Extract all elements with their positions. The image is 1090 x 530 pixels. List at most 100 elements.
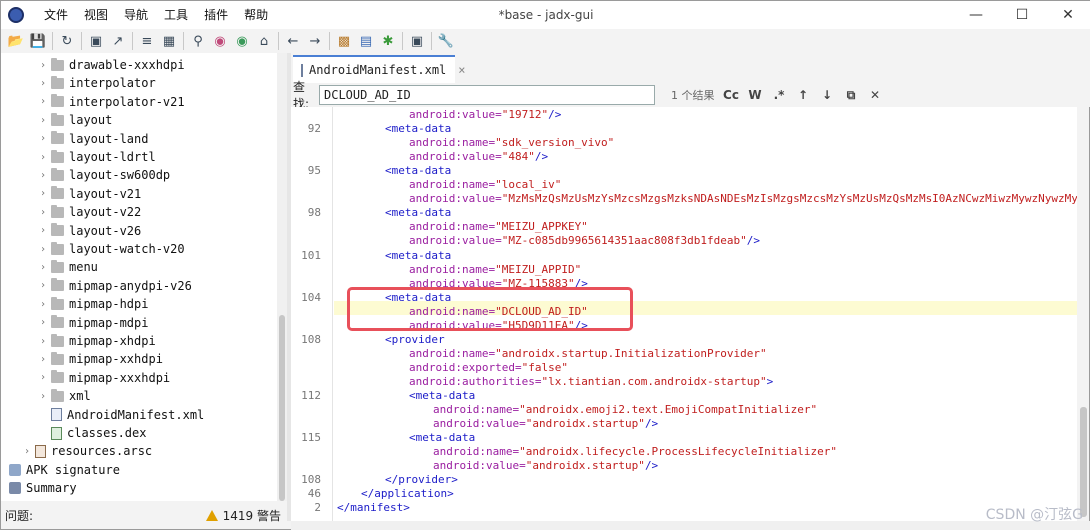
tree-scroll-thumb[interactable]	[279, 315, 285, 501]
search-icon[interactable]: ⚲	[187, 31, 209, 51]
tree-item[interactable]: › mipmap-mdpi	[37, 314, 148, 332]
tree-item[interactable]: Summary	[9, 479, 77, 497]
menu-item[interactable]: 文件	[36, 1, 76, 29]
tree-item[interactable]: › layout-watch-v20	[37, 240, 185, 258]
expand-chevron-icon[interactable]: ›	[37, 354, 49, 365]
code-line: android:value="484"/>	[409, 150, 548, 164]
tree-item-label: mipmap-anydpi-v26	[69, 278, 192, 293]
tree-item[interactable]: › interpolator	[37, 74, 156, 92]
quark-icon[interactable]: ▤	[355, 31, 377, 51]
regex-button[interactable]: .*	[767, 88, 791, 103]
tree-item[interactable]: › interpolator-v21	[37, 93, 185, 111]
line-number: 108	[301, 473, 321, 487]
tree-item-label: interpolator-v21	[69, 94, 185, 109]
menu-item[interactable]: 导航	[116, 1, 156, 29]
prev-result-button[interactable]: ↑	[791, 88, 815, 103]
xml-attribute: android:name=	[409, 178, 496, 192]
tree-item-label: mipmap-xxxhdpi	[69, 370, 171, 385]
expand-chevron-icon[interactable]: ›	[37, 336, 49, 347]
expand-chevron-icon[interactable]: ›	[37, 170, 49, 181]
expand-chevron-icon[interactable]: ›	[37, 391, 49, 402]
mark-all-button[interactable]: ⧉	[839, 88, 863, 103]
menu-item[interactable]: 工具	[156, 1, 196, 29]
save-all-icon[interactable]: 💾	[27, 31, 49, 51]
menu-item[interactable]: 插件	[196, 1, 236, 29]
minimize-button[interactable]: —	[953, 1, 999, 29]
expand-chevron-icon[interactable]: ›	[37, 96, 49, 107]
maximize-button[interactable]: ☐	[999, 1, 1045, 29]
find-usage-icon[interactable]: ◉	[231, 31, 253, 51]
expand-chevron-icon[interactable]: ›	[37, 372, 49, 383]
match-case-button[interactable]: Cc	[719, 88, 743, 103]
save-icon[interactable]: ▣	[85, 31, 107, 51]
expand-chevron-icon[interactable]: ›	[37, 317, 49, 328]
tree-item[interactable]: APK signature	[9, 461, 120, 479]
tree-item[interactable]: classes.dex	[37, 424, 146, 442]
tree-item[interactable]: › mipmap-xxhdpi	[37, 350, 163, 368]
tree-item[interactable]: › menu	[37, 258, 98, 276]
log-icon[interactable]: ▣	[406, 31, 428, 51]
expand-chevron-icon[interactable]: ›	[37, 225, 49, 236]
tree-item[interactable]: › resources.arsc	[21, 442, 152, 460]
menu-item[interactable]: 视图	[76, 1, 116, 29]
menu-bar: 文件 视图 导航 工具 插件 帮助	[36, 1, 276, 29]
home-icon[interactable]: ⌂	[253, 31, 275, 51]
expand-chevron-icon[interactable]: ›	[37, 280, 49, 291]
warnings-indicator[interactable]: 1419 警告	[205, 507, 281, 524]
line-number: 95	[307, 164, 321, 178]
tree-item[interactable]: › layout-ldrtl	[37, 148, 156, 166]
close-button[interactable]: ✕	[1045, 1, 1090, 29]
expand-chevron-icon[interactable]: ›	[37, 133, 49, 144]
expand-chevron-icon[interactable]: ›	[37, 299, 49, 310]
package-icon[interactable]: ▦	[158, 31, 180, 51]
tree-item[interactable]: › layout-v26	[37, 222, 141, 240]
expand-chevron-icon[interactable]: ›	[37, 262, 49, 273]
tree-item[interactable]: AndroidManifest.xml	[37, 406, 204, 424]
tab-close-icon[interactable]: ×	[458, 63, 465, 77]
find-class-icon[interactable]: ◉	[209, 31, 231, 51]
editor-scrollbar[interactable]	[1077, 107, 1089, 521]
tree-item-label: menu	[69, 260, 98, 275]
expand-chevron-icon[interactable]: ›	[37, 115, 49, 126]
back-icon[interactable]: ←	[282, 31, 304, 51]
expand-chevron-icon[interactable]: ›	[37, 188, 49, 199]
menu-item[interactable]: 帮助	[236, 1, 276, 29]
debug-icon[interactable]: ✱	[377, 31, 399, 51]
tree-item-label: AndroidManifest.xml	[67, 407, 205, 422]
file-tree: › drawable-xxxhdpi › interpolator › interpola…	[1, 53, 287, 501]
tree-item[interactable]: › mipmap-xxxhdpi	[37, 369, 170, 387]
tree-scrollbar[interactable]	[277, 53, 287, 501]
expand-chevron-icon[interactable]: ›	[37, 207, 49, 218]
expand-chevron-icon[interactable]: ›	[37, 244, 49, 255]
tree-item[interactable]: › drawable-xxxhdpi	[37, 56, 185, 74]
xml-attribute: android:name=	[433, 403, 520, 417]
expand-chevron-icon[interactable]: ›	[37, 60, 49, 71]
find-input[interactable]: DCLOUD_AD_ID	[319, 85, 655, 105]
tree-item[interactable]: › layout	[37, 111, 112, 129]
expand-chevron-icon[interactable]: ›	[37, 78, 49, 89]
tree-item[interactable]: › mipmap-hdpi	[37, 295, 148, 313]
deobf-icon[interactable]: ▩	[333, 31, 355, 51]
export-icon[interactable]: ↗	[107, 31, 129, 51]
next-result-button[interactable]: ↓	[815, 88, 839, 103]
tree-item[interactable]: › xml	[37, 387, 91, 405]
editor-scroll-thumb[interactable]	[1080, 407, 1087, 517]
tree-item[interactable]: › layout-sw600dp	[37, 166, 170, 184]
close-find-button[interactable]: ✕	[863, 88, 887, 103]
tree-item[interactable]: › layout-land	[37, 130, 148, 148]
tree-item-label: resources.arsc	[51, 444, 153, 459]
refresh-icon[interactable]: ↻	[56, 31, 78, 51]
resources-icon	[35, 444, 46, 458]
expand-chevron-icon[interactable]: ›	[37, 152, 49, 163]
tree-item-label: layout-v21	[69, 186, 142, 201]
tree-item[interactable]: › mipmap-anydpi-v26	[37, 277, 192, 295]
tree-item[interactable]: › mipmap-xhdpi	[37, 332, 156, 350]
whole-word-button[interactable]: W	[743, 88, 767, 103]
tree-item[interactable]: › layout-v22	[37, 203, 141, 221]
flatten-icon[interactable]: ≡	[136, 31, 158, 51]
settings-icon[interactable]: 🔧	[435, 31, 457, 51]
forward-icon[interactable]: →	[304, 31, 326, 51]
open-icon[interactable]: 📂	[5, 31, 27, 51]
tree-item[interactable]: › layout-v21	[37, 185, 141, 203]
expand-chevron-icon[interactable]: ›	[21, 446, 33, 457]
